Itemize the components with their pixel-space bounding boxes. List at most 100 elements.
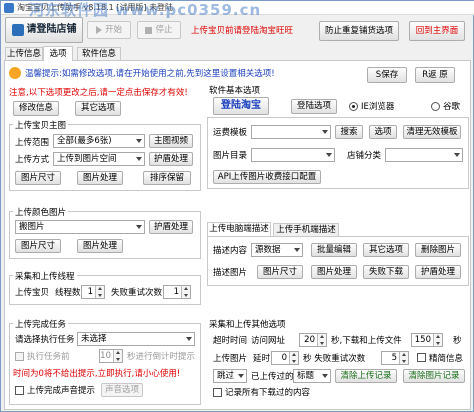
stop-button[interactable]: 停止 <box>137 21 181 39</box>
api-config-button[interactable]: API上传图片收费接口配置 <box>213 170 321 184</box>
store-category-select[interactable] <box>385 148 463 162</box>
chevron-down-icon <box>238 374 244 378</box>
login-store-button[interactable]: 请登陆店铺 <box>5 17 83 43</box>
select-task-dropdown[interactable]: 未选择 <box>77 332 195 346</box>
upload-mode-select[interactable]: 上传到图片空间 <box>53 152 145 166</box>
delay-label: 延时 <box>253 354 271 364</box>
desc-image-process-button[interactable]: 图片处理 <box>311 265 357 279</box>
chevron-down-icon <box>322 130 328 134</box>
shipping-template-select[interactable] <box>251 125 331 139</box>
threads-stepper[interactable]: 1 <box>81 285 105 299</box>
retry-stepper[interactable]: 1 <box>163 285 191 299</box>
ie-browser-label: IE浏览器 <box>361 102 395 112</box>
store-icon <box>11 24 24 36</box>
other-options-button[interactable]: 其它选项 <box>75 101 121 116</box>
main-image-size-button[interactable]: 图片尺寸 <box>15 171 61 185</box>
desc-other-options-button[interactable]: 其它选项 <box>363 243 409 257</box>
sound-options-button[interactable]: 声音选项 <box>101 383 143 397</box>
chevron-down-icon <box>326 153 332 157</box>
title-select[interactable]: 标题 <box>293 369 331 383</box>
exec-seconds-stepper[interactable]: 10 <box>99 349 123 363</box>
search-button[interactable]: 搜索 <box>335 125 363 139</box>
visit-url-label: 访问网址 <box>251 336 286 346</box>
chrome-radio[interactable] <box>431 102 440 111</box>
tab-pc-description[interactable]: 上传电脑端描述 <box>207 222 271 236</box>
software-base-title: 软件基本选项 <box>209 86 261 96</box>
start-button[interactable]: 开始 <box>87 21 131 39</box>
skip-select[interactable]: 跳过 <box>213 369 247 383</box>
tab-upload-info[interactable]: 上传信息 <box>5 47 43 60</box>
main-image-process-button[interactable]: 图片处理 <box>77 171 123 185</box>
image-dir-select[interactable] <box>251 148 335 162</box>
record-all-label: 记录所有下载过的内容 <box>225 388 311 398</box>
upload-range-select[interactable]: 全部(最多6张) <box>53 134 145 148</box>
stepper-arrows-icon[interactable] <box>289 352 298 364</box>
precise-info-label: 精简信息 <box>429 354 464 364</box>
fail-retry-button[interactable]: 失败下载 <box>363 265 409 279</box>
image-retry-label: 秒 失败重试次数 <box>303 354 366 364</box>
batch-edit-button[interactable]: 批量编辑 <box>311 243 357 257</box>
desc-image-size-button[interactable]: 图片尺寸 <box>257 265 303 279</box>
color-image-process-button[interactable]: 图片处理 <box>77 239 123 253</box>
ie-browser-radio[interactable] <box>349 102 358 111</box>
precise-info-checkbox[interactable] <box>417 353 426 362</box>
sound-checkbox[interactable] <box>15 386 24 395</box>
prevent-repeat-button[interactable]: 防止重复铺货选项 <box>319 21 399 41</box>
chevron-down-icon <box>136 225 142 229</box>
login-options-button[interactable]: 登陆选项 <box>291 99 337 114</box>
timeout-label: 超时时间 <box>213 336 248 346</box>
stepper-arrows-icon[interactable] <box>113 350 122 362</box>
stop-icon <box>145 26 153 34</box>
main-video-button[interactable]: 主图视频 <box>149 134 193 148</box>
record-all-checkbox[interactable] <box>213 388 222 397</box>
modify-options-button[interactable]: 修改信息 <box>13 101 59 116</box>
login-taobao-button[interactable]: 登陆淘宝 <box>213 97 269 115</box>
visit-url-timeout-stepper[interactable]: 20 <box>299 333 327 347</box>
main-image-group-title: 上传宝贝主图 <box>13 119 69 131</box>
desc-shield-button[interactable]: 护盾处理 <box>415 265 461 279</box>
delay-stepper[interactable]: 0 <box>271 351 299 365</box>
desc-content-label: 描述内容 <box>213 246 248 256</box>
image-dir-label: 图片目录 <box>213 151 248 161</box>
color-image-select[interactable]: 搬图片 <box>15 220 145 234</box>
chrome-label: 谷歌 <box>443 102 461 112</box>
upload-mode-label: 上传方式 <box>15 155 50 165</box>
stepper-arrows-icon[interactable] <box>399 352 408 364</box>
delete-image-button[interactable]: 删除图片 <box>415 243 461 257</box>
select-task-label: 请选择执行任务 <box>15 335 75 345</box>
upload-item-label: 上传宝贝 <box>15 288 50 298</box>
stepper-arrows-icon[interactable] <box>95 286 104 298</box>
sound-label: 上传完成声音提示 <box>27 386 96 396</box>
stepper-arrows-icon[interactable] <box>317 334 326 346</box>
color-image-group-title: 上传颜色图片 <box>13 206 69 218</box>
clear-invalid-template-button[interactable]: 清理无效模板 <box>403 125 461 139</box>
file-timeout-stepper[interactable]: 150 <box>411 333 443 347</box>
clear-upload-record-button[interactable]: 清除上传记录 <box>335 369 397 383</box>
back-home-button[interactable]: 回到主界面 <box>409 21 465 41</box>
return-button[interactable]: R返 原 <box>415 67 455 83</box>
main-shield-button[interactable]: 护盾处理 <box>149 152 193 166</box>
save-button[interactable]: S保存 <box>367 67 407 83</box>
shipping-options-button[interactable]: 选项 <box>369 125 397 139</box>
exec-task-checkbox[interactable] <box>15 352 24 361</box>
image-retry-stepper[interactable]: 5 <box>381 351 409 365</box>
tab-mobile-description[interactable]: 上传手机端描述 <box>273 223 339 236</box>
chevron-down-icon <box>186 337 192 341</box>
tab-options[interactable]: 选项 <box>43 46 73 61</box>
tab-software-info[interactable]: 软件信息 <box>77 47 121 60</box>
desc-content-select[interactable]: 源数据 <box>251 243 303 257</box>
stepper-arrows-icon[interactable] <box>181 286 190 298</box>
stepper-arrows-icon[interactable] <box>433 334 442 346</box>
chevron-down-icon <box>322 374 328 378</box>
upload-image-label: 上传图片 <box>213 354 248 364</box>
upload-range-label: 上传范围 <box>15 138 50 148</box>
chevron-down-icon <box>454 153 460 157</box>
retry-label: 失败重试次数 <box>111 288 163 298</box>
thread-group-title: 采集和上传线程 <box>13 270 77 282</box>
clear-image-record-button[interactable]: 清除图片记录 <box>403 369 465 383</box>
task-warning: 时间为0将不给出提示,立即执行,请小心使用! <box>13 369 181 379</box>
color-image-size-button[interactable]: 图片尺寸 <box>15 239 61 253</box>
sort-keep-button[interactable]: 排序保留 <box>143 171 191 185</box>
color-shield-button[interactable]: 护盾处理 <box>149 220 193 234</box>
login-notice: 上传宝贝前请登陆淘宝旺旺 <box>191 26 294 36</box>
